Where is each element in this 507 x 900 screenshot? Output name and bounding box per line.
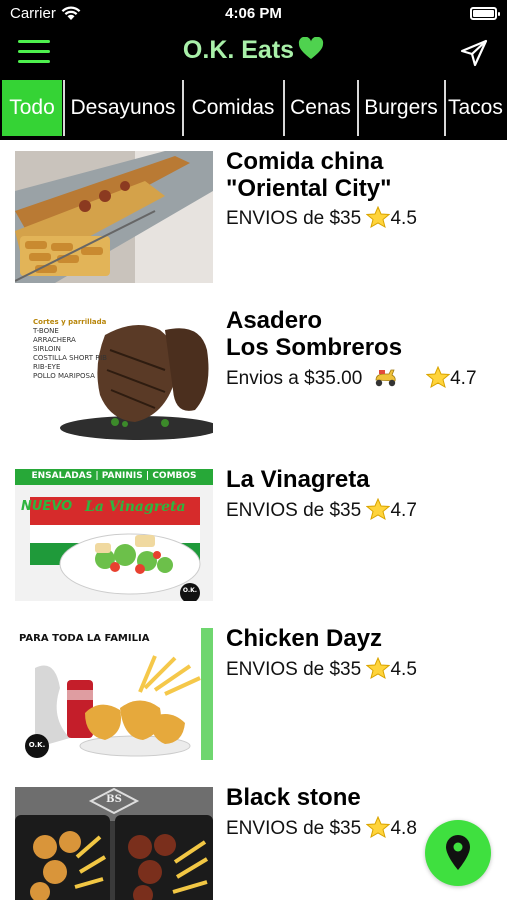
restaurant-name: Chicken Dayz [226, 625, 383, 652]
restaurant-name: Comida china "Oriental City" [226, 148, 392, 202]
tab-cenas[interactable]: Cenas [285, 80, 356, 136]
delivery-info: ENVIOS de $35 4.7 [226, 498, 417, 522]
tab-burgers[interactable]: Burgers [359, 80, 443, 136]
tab-desayunos[interactable]: Desayunos [65, 80, 181, 136]
rating-value: 4.7 [390, 500, 417, 521]
app-title-text: O.K. Eats [182, 36, 295, 64]
delivery-fee: ENVIOS de $35 [226, 500, 362, 521]
image-caption: PARA TODA LA FAMILIA [19, 633, 150, 644]
delivery-info: ENVIOS de $35 4.8 [226, 816, 417, 840]
delivery-fee: ENVIOS de $35 [226, 659, 362, 680]
restaurant-name: Asadero Los Sombreros [226, 307, 403, 361]
nav-bar: O.K. Eats [0, 28, 507, 76]
rating-value: 4.7 [450, 368, 477, 389]
restaurant-card-chicken-dayz[interactable]: PARA TODA LA FAMILIA O.K. Chicken Dayz E… [0, 617, 507, 775]
status-bar: Carrier 4:06 PM [0, 0, 507, 28]
star-icon [366, 657, 391, 679]
delivery-info: ENVIOS de $35 4.5 [226, 657, 417, 681]
green-heart-icon [298, 37, 324, 59]
rating-value: 4.5 [390, 208, 417, 229]
map-pin-icon [446, 835, 470, 870]
rating-value: 4.8 [390, 818, 417, 839]
delivery-fee: ENVIOS de $35 [226, 208, 362, 229]
tab-todo[interactable]: Todo [2, 80, 62, 136]
image-menu-item: RIB-EYE [33, 363, 61, 371]
restaurant-image: Cortes y parrillada T-BONE ARRACHERA SIR… [15, 310, 213, 442]
star-icon [366, 498, 391, 520]
tab-divider [444, 80, 446, 136]
logo-text: BS [106, 794, 122, 805]
image-caption: PANINIS [101, 471, 143, 481]
image-caption: La Vinagreta [85, 499, 186, 515]
restaurant-image [15, 151, 213, 283]
star-icon [426, 366, 451, 388]
restaurant-image: ENSALADAS | PANINIS | COMBOS NUEVO La Vi… [15, 469, 213, 601]
ok-badge: O.K. [182, 587, 198, 594]
restaurant-card-la-vinagreta[interactable]: ENSALADAS | PANINIS | COMBOS NUEVO La Vi… [0, 458, 507, 616]
image-menu-item: SIRLOIN [33, 345, 61, 353]
category-tabs: Todo Desayunos Comidas Cenas Burgers Tac… [0, 76, 507, 140]
image-menu-item: POLLO MARIPOSA [33, 372, 95, 380]
image-caption: COMBOS [152, 471, 197, 481]
scooter-icon [375, 369, 396, 387]
delivery-info: ENVIOS de $35 4.5 [226, 206, 417, 230]
restaurant-image: PARA TODA LA FAMILIA O.K. [15, 628, 213, 760]
restaurant-name: La Vinagreta [226, 466, 370, 493]
map-button[interactable] [425, 820, 491, 886]
tab-comidas[interactable]: Comidas [184, 80, 282, 136]
ok-badge: O.K. [28, 741, 46, 749]
image-caption: ENSALADAS [31, 471, 93, 481]
image-caption: Cortes y parrillada [33, 318, 107, 326]
status-time: 4:06 PM [225, 5, 282, 22]
image-menu-item: T-BONE [33, 327, 59, 335]
star-icon [366, 206, 391, 228]
restaurant-name: Black stone [226, 784, 361, 811]
rating-value: 4.5 [390, 659, 417, 680]
restaurant-card-los-sombreros[interactable]: Cortes y parrillada T-BONE ARRACHERA SIR… [0, 299, 507, 457]
app-title: O.K. Eats [0, 36, 507, 65]
tab-tacos[interactable]: Tacos [448, 80, 507, 136]
delivery-fee: ENVIOS de $35 [226, 818, 362, 839]
restaurant-card-oriental-city[interactable]: Comida china "Oriental City" ENVIOS de $… [0, 140, 507, 298]
star-icon [366, 816, 391, 838]
top-bar: Carrier 4:06 PM O.K. Eats [0, 0, 507, 76]
image-caption: NUEVO [21, 499, 73, 514]
delivery-info: Envios a $35.00 4.7 [226, 366, 477, 390]
image-menu-item: COSTILLA SHORT RIB [33, 354, 107, 362]
restaurant-image: BS [15, 787, 213, 900]
battery-icon [470, 7, 500, 20]
image-menu-item: ARRACHERA [33, 336, 76, 344]
paper-plane-icon[interactable] [459, 38, 489, 68]
delivery-fee: Envios a $35.00 [226, 368, 363, 389]
